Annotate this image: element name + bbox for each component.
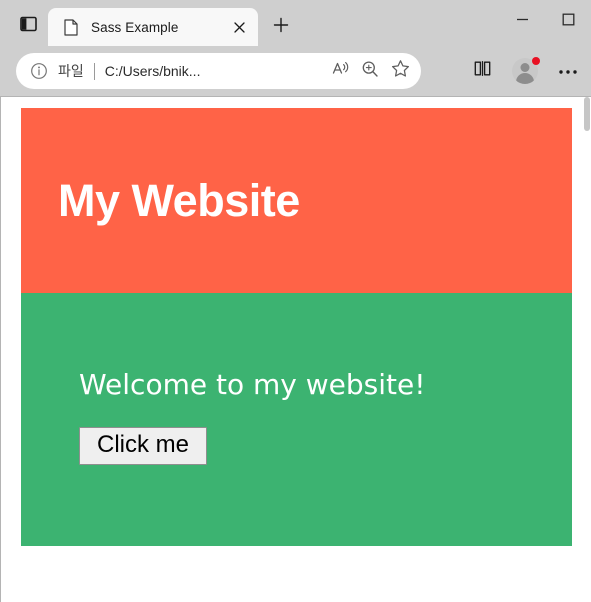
sidebar-toggle-button[interactable] (8, 4, 48, 42)
browser-window: Sass Example 파일 C:/Users/bnik... My Webs… (0, 0, 591, 602)
address-divider (93, 62, 95, 80)
address-scheme-label: 파일 (58, 64, 84, 80)
ellipsis-more-icon (558, 62, 578, 80)
settings-and-more-button[interactable] (551, 54, 585, 88)
window-controls (499, 0, 591, 44)
read-aloud-button[interactable] (325, 56, 355, 86)
minimize-icon (516, 13, 529, 31)
tab-sass-example[interactable]: Sass Example (48, 8, 258, 46)
page-scrollbar[interactable] (583, 97, 591, 602)
favorite-button[interactable] (385, 56, 415, 86)
welcome-message: Welcome to my website! (79, 368, 426, 401)
click-me-button[interactable]: Click me (79, 427, 208, 466)
star-icon (391, 59, 410, 83)
profile-button[interactable] (508, 54, 542, 88)
avatar-body (516, 73, 534, 84)
zoom-magnifier-icon (361, 60, 379, 83)
zoom-button[interactable] (355, 56, 385, 86)
profile-notification-badge (532, 57, 540, 65)
tab-close-button[interactable] (226, 14, 252, 40)
avatar-head (520, 63, 530, 72)
plus-icon (273, 17, 289, 38)
close-icon (233, 21, 245, 33)
tab-strip: Sass Example (0, 0, 591, 46)
minimize-button[interactable] (499, 0, 545, 44)
address-bar[interactable]: 파일 C:/Users/bnik... (16, 53, 421, 89)
site-main-content: Welcome to my website! Click me (21, 293, 572, 546)
maximize-button[interactable] (545, 0, 591, 44)
page-title: My Website (58, 175, 300, 226)
maximize-icon (562, 13, 575, 31)
site-header: My Website (21, 108, 572, 293)
page-document-icon (62, 18, 80, 36)
split-screen-icon (473, 59, 492, 83)
page-viewport: My Website Welcome to my website! Click … (0, 96, 591, 602)
browser-toolbar: 파일 C:/Users/bnik... (0, 46, 591, 96)
tab-title: Sass Example (91, 19, 179, 35)
new-tab-button[interactable] (266, 12, 296, 42)
address-url-text: C:/Users/bnik... (104, 63, 201, 79)
toolbar-right-actions (456, 54, 585, 88)
sidebar-toggle-icon (19, 15, 37, 32)
page-scrollbar-thumb[interactable] (584, 97, 590, 131)
read-aloud-icon (331, 59, 350, 83)
split-screen-button[interactable] (465, 54, 499, 88)
info-circle-icon[interactable] (28, 60, 50, 82)
